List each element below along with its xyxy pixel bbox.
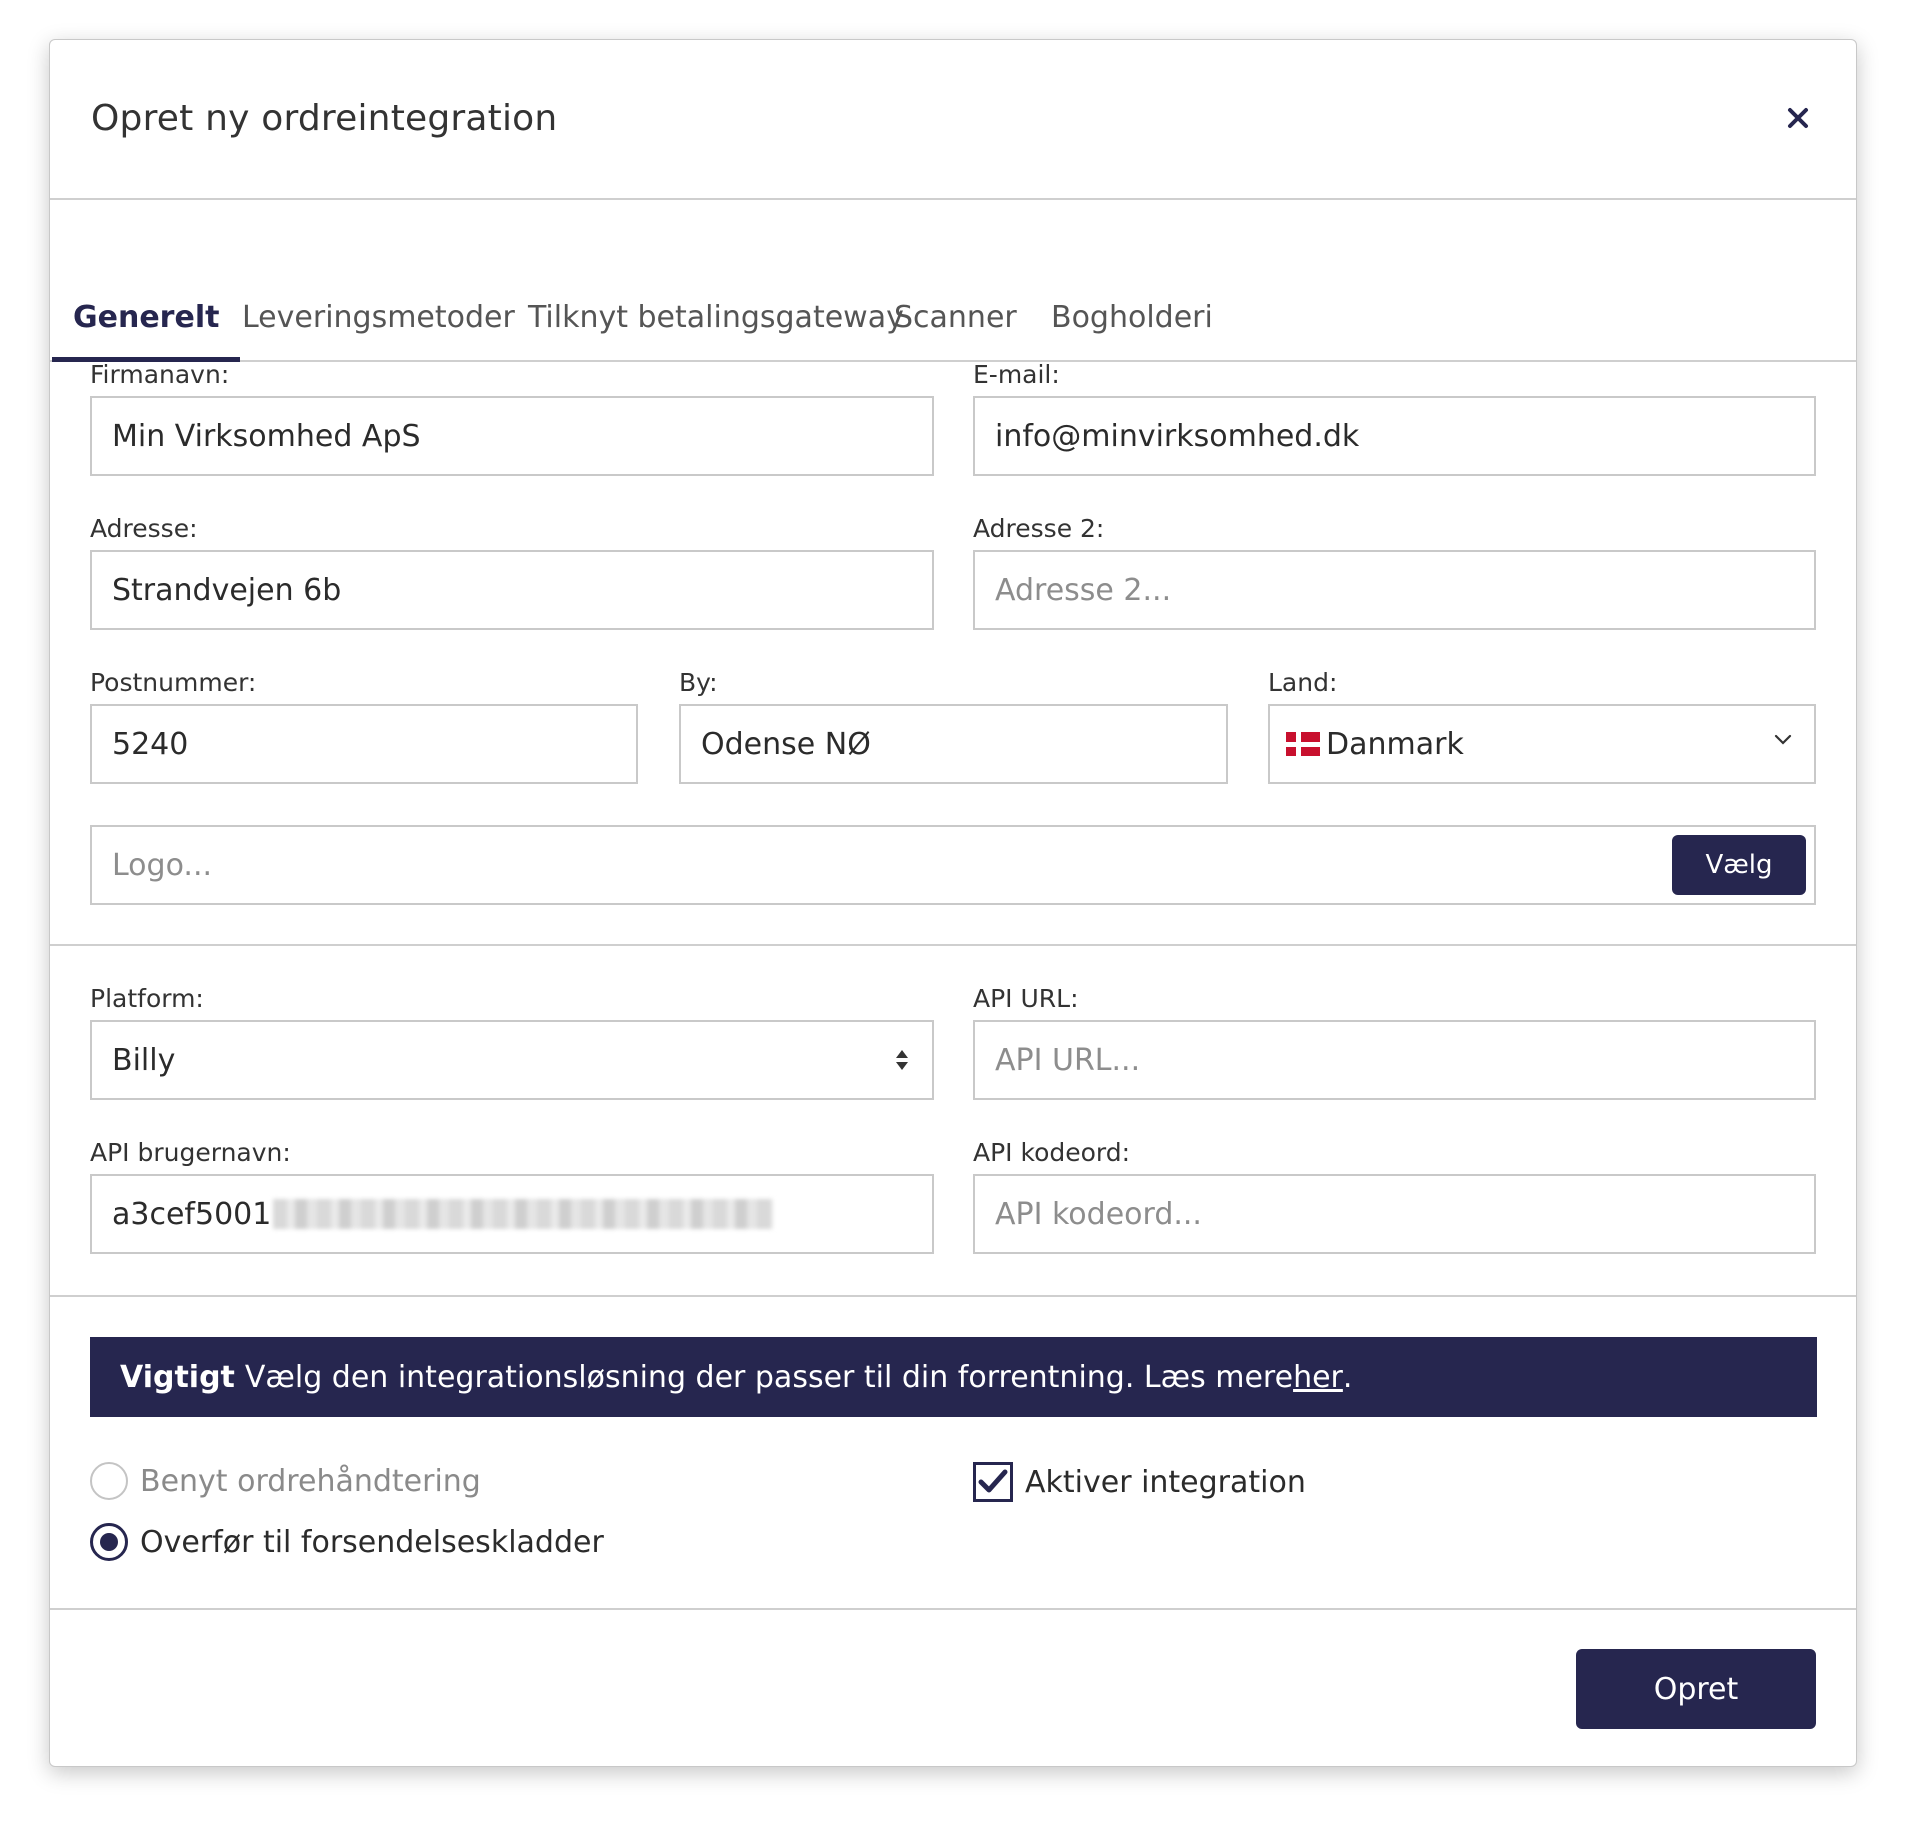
api-password-placeholder: API kodeord... <box>995 1196 1202 1232</box>
address2-placeholder: Adresse 2... <box>995 572 1172 608</box>
platform-select[interactable]: Billy <box>90 1020 934 1100</box>
api-url-placeholder: API URL... <box>995 1042 1141 1078</box>
denmark-flag-icon <box>1286 732 1320 756</box>
section-divider <box>50 944 1856 946</box>
choose-logo-button[interactable]: Vælg <box>1672 835 1806 895</box>
logo-placeholder: Logo... <box>112 847 213 883</box>
city-value: Odense NØ <box>701 726 871 762</box>
api-url-input[interactable]: API URL... <box>973 1020 1816 1100</box>
platform-value: Billy <box>112 1042 176 1078</box>
footer-divider <box>50 1608 1856 1610</box>
postal-code-value: 5240 <box>112 726 189 762</box>
api-url-label: API URL: <box>973 984 1079 1013</box>
radio-button-selected[interactable] <box>90 1523 128 1561</box>
email-value: info@minvirksomhed.dk <box>995 418 1360 454</box>
country-label: Land: <box>1268 668 1338 697</box>
api-username-value: a3cef5001 <box>112 1196 272 1232</box>
address-value: Strandvejen 6b <box>112 572 342 608</box>
radio-transfer-label: Overfør til forsendelseskladder <box>140 1524 604 1560</box>
country-value: Danmark <box>1326 726 1464 762</box>
notice-end: . <box>1342 1359 1353 1395</box>
radio-order-handling-label: Benyt ordrehåndtering <box>140 1463 481 1499</box>
create-button[interactable]: Opret <box>1576 1649 1816 1729</box>
address2-input[interactable]: Adresse 2... <box>973 550 1816 630</box>
checkbox-activate-label: Aktiver integration <box>1025 1464 1306 1500</box>
address-label: Adresse: <box>90 514 198 543</box>
radio-transfer[interactable]: Overfør til forsendelseskladder <box>90 1523 604 1561</box>
checkmark-icon <box>978 1469 1008 1493</box>
tab-bogholderi[interactable]: Bogholderi <box>1051 300 1213 362</box>
close-icon <box>1788 108 1808 128</box>
company-name-input[interactable]: Min Virksomhed ApS <box>90 396 934 476</box>
notice-bold: Vigtigt <box>120 1359 235 1395</box>
postal-code-input[interactable]: 5240 <box>90 704 638 784</box>
radio-order-handling[interactable]: Benyt ordrehåndtering <box>90 1462 481 1500</box>
tab-bar: Generelt Leveringsmetoder Tilknyt betali… <box>50 200 1856 362</box>
platform-label: Platform: <box>90 984 204 1013</box>
address-input[interactable]: Strandvejen 6b <box>90 550 934 630</box>
dialog-title: Opret ny ordreintegration <box>91 98 558 139</box>
redacted-text <box>273 1199 774 1229</box>
api-password-input[interactable]: API kodeord... <box>973 1174 1816 1254</box>
postal-code-label: Postnummer: <box>90 668 257 697</box>
tab-leveringsmetoder[interactable]: Leveringsmetoder <box>242 300 515 362</box>
email-input[interactable]: info@minvirksomhed.dk <box>973 396 1816 476</box>
dialog-header: Opret ny ordreintegration <box>50 40 1856 200</box>
radio-button[interactable] <box>90 1462 128 1500</box>
chevron-down-icon <box>1774 734 1792 745</box>
tab-betalingsgateway[interactable]: Tilknyt betalingsgateway <box>528 300 904 362</box>
section-divider <box>50 1295 1856 1297</box>
logo-input[interactable]: Logo... Vælg <box>90 825 1816 905</box>
city-label: By: <box>679 668 718 697</box>
api-username-label: API brugernavn: <box>90 1138 291 1167</box>
notice-banner: Vigtigt Vælg den integrationsløsning der… <box>90 1337 1817 1417</box>
company-name-label: Firmanavn: <box>90 360 230 389</box>
tab-generelt[interactable]: Generelt <box>52 300 241 362</box>
email-label: E-mail: <box>973 360 1060 389</box>
company-name-value: Min Virksomhed ApS <box>112 418 421 454</box>
read-more-link[interactable]: her <box>1293 1360 1343 1395</box>
checkbox-activate[interactable]: Aktiver integration <box>973 1462 1306 1502</box>
close-button[interactable] <box>1778 98 1818 138</box>
country-select[interactable]: Danmark <box>1268 704 1816 784</box>
api-username-input[interactable]: a3cef5001 <box>90 1174 934 1254</box>
integration-dialog: Opret ny ordreintegration Generelt Lever… <box>49 39 1857 1767</box>
address2-label: Adresse 2: <box>973 514 1105 543</box>
api-password-label: API kodeord: <box>973 1138 1131 1167</box>
tab-scanner[interactable]: Scanner <box>894 300 1017 362</box>
notice-text: Vælg den integrationsløsning der passer … <box>244 1359 1294 1395</box>
sort-arrows-icon <box>896 1050 908 1070</box>
checkbox[interactable] <box>973 1462 1013 1502</box>
city-input[interactable]: Odense NØ <box>679 704 1228 784</box>
